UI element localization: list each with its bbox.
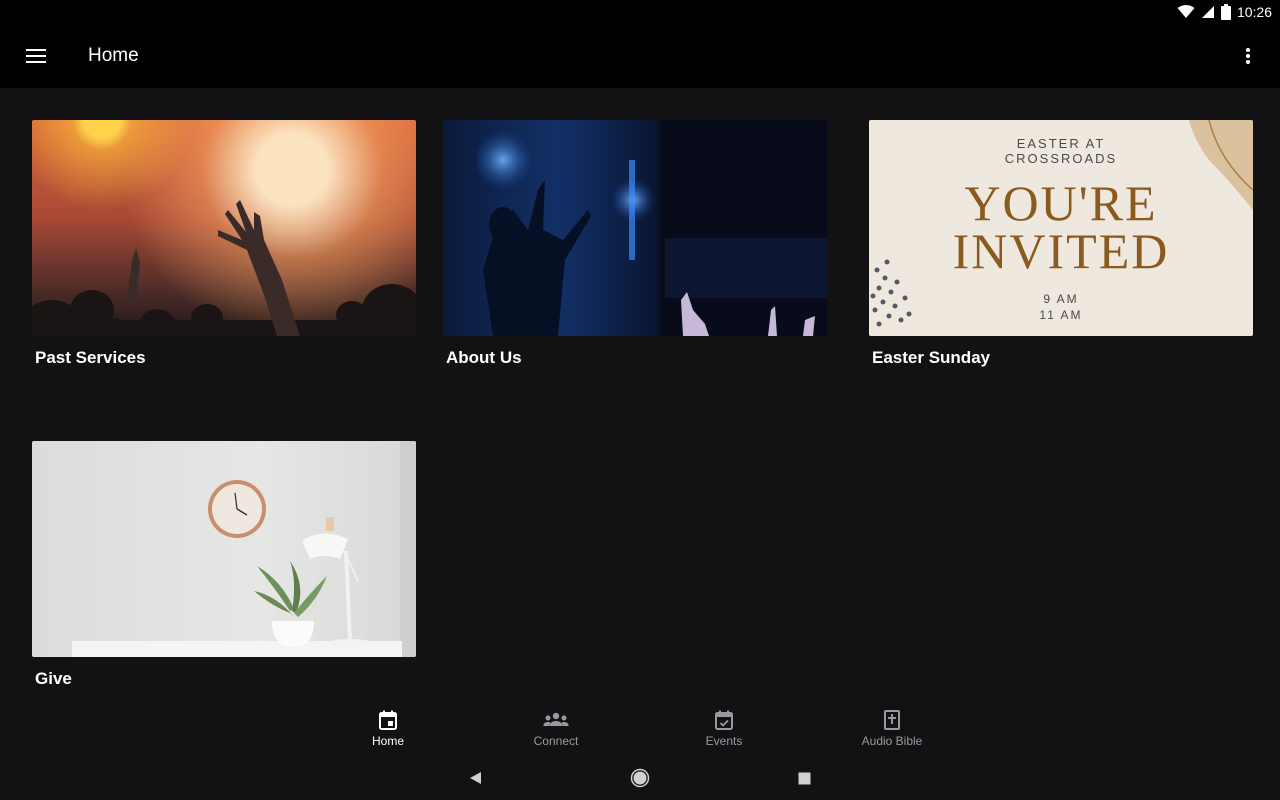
system-navigation (0, 756, 1280, 800)
status-time: 10:26 (1236, 4, 1272, 20)
calendar-icon (379, 710, 397, 730)
about-us-image (443, 120, 827, 336)
card-label: Past Services (35, 348, 146, 367)
page-title: Home (88, 45, 139, 66)
back-triangle-icon (470, 772, 481, 784)
home-circle-icon (630, 768, 650, 788)
group-icon (543, 712, 569, 726)
card-label: About Us (446, 348, 522, 367)
nav-connect[interactable]: Connect (472, 700, 640, 756)
event-check-icon (715, 710, 733, 730)
menu-button[interactable] (0, 24, 72, 88)
card-give[interactable]: Give (32, 441, 416, 689)
recents-button[interactable] (782, 756, 826, 800)
content-grid: Past Services About Us EASTER AT CROSSRO… (0, 88, 1280, 700)
easter-line1: EASTER AT (1016, 136, 1106, 151)
cell-signal-icon (1201, 5, 1215, 19)
easter-headline2: INVITED (952, 223, 1170, 279)
easter-headline1: YOU'RE (964, 175, 1158, 231)
app-bar: Home (0, 24, 1280, 88)
nav-label: Events (705, 733, 743, 748)
card-past-services[interactable]: Past Services (32, 120, 416, 368)
back-button[interactable] (454, 756, 498, 800)
easter-time2: 11 AM (1039, 308, 1083, 322)
home-system-button[interactable] (618, 756, 662, 800)
card-about-us[interactable]: About Us (443, 120, 827, 368)
nav-label: Connect (533, 733, 579, 748)
easter-sunday-image: EASTER AT CROSSROADS YOU'RE INVITED 9 AM… (869, 120, 1253, 336)
card-easter-sunday[interactable]: EASTER AT CROSSROADS YOU'RE INVITED 9 AM… (869, 120, 1253, 368)
card-label: Easter Sunday (872, 348, 991, 367)
bottom-navigation: Home Connect Events Audio Bible (0, 700, 1280, 756)
recents-square-icon (798, 772, 810, 784)
status-bar: 10:26 (0, 0, 1280, 24)
easter-time1: 9 AM (1043, 292, 1079, 306)
wifi-icon (1177, 5, 1195, 19)
nav-audio-bible[interactable]: Audio Bible (808, 700, 976, 756)
nav-home[interactable]: Home (304, 700, 472, 756)
easter-line2: CROSSROADS (1004, 151, 1118, 166)
more-vert-icon (1246, 48, 1250, 64)
past-services-image (32, 120, 416, 336)
overflow-menu-button[interactable] (1232, 40, 1264, 72)
nav-events[interactable]: Events (640, 700, 808, 756)
nav-label: Home (371, 733, 404, 748)
give-image (32, 441, 416, 657)
battery-icon (1220, 4, 1231, 20)
hamburger-icon (26, 49, 46, 63)
nav-label: Audio Bible (861, 733, 923, 748)
card-label: Give (35, 669, 72, 688)
bible-icon (884, 709, 900, 730)
